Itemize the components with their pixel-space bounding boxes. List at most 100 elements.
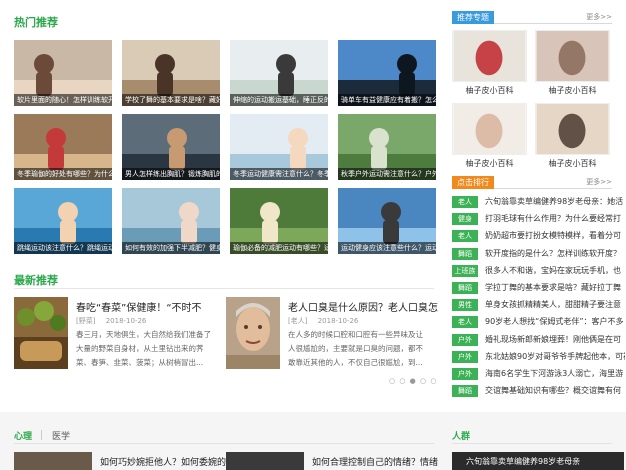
ranking-item-title[interactable]: 六旬翁靠卖草编健养98岁老母亲：她活	[485, 196, 625, 208]
hot-item-caption: 伸缩的运动搬运基础，睡正反的运	[230, 94, 328, 106]
ranking-item[interactable]: 健身 打羽毛球有什么作用？为什么要经常打	[452, 211, 624, 227]
hot-item-7[interactable]: 冬季运动健康需注意什么？冬季运动	[230, 114, 328, 180]
ranking-category-badge[interactable]: 舞蹈	[452, 247, 478, 260]
footer-thumb-2[interactable]	[226, 452, 304, 470]
category-underline	[14, 443, 434, 444]
ranking-item[interactable]: 舞蹈 学拉丁舞的基本要求是啥？藏好拉丁舞	[452, 280, 624, 296]
ranking-category-badge[interactable]: 健身	[452, 213, 478, 226]
carousel-pager[interactable]: ○ ○ ● ○ ○	[389, 377, 437, 385]
ranking-item-title[interactable]: 婚礼现场新郎新娘埋葬！刚他俩是在可	[485, 334, 625, 346]
ranking-item-title[interactable]: 90岁老人想找“保姆式老伴”：客户不多	[485, 316, 625, 328]
footer-item-1[interactable]: 如何巧妙婉拒他人？如何委婉的	[100, 455, 226, 468]
ranking-category-badge[interactable]: 户外	[452, 350, 478, 363]
ranking-item-title[interactable]: 海南6名学生下河游泳3人溺亡，海里游	[485, 368, 625, 380]
topic-item-1[interactable]	[452, 30, 527, 82]
topics-header: 推荐专题 更多>>	[452, 11, 612, 24]
tab-medicine[interactable]: 医学	[52, 429, 70, 442]
ranking-tab[interactable]: 点击排行	[452, 176, 494, 189]
hot-item-6[interactable]: 男人怎样练出胸肌？锻炼胸肌的方	[122, 114, 220, 180]
footer-thumb-1[interactable]	[14, 452, 92, 470]
ranking-item-title[interactable]: 软开度指的是什么？怎样训练软开度？	[485, 248, 625, 260]
topic-item-image	[453, 104, 526, 154]
hot-item-10[interactable]: 如何有效的加强下半减肥？健身球怎	[122, 188, 220, 254]
hot-item-caption: 跳绳运动该注意什么？跳绳运动有什	[14, 242, 112, 254]
hot-item-caption: 冬季运动健康需注意什么？冬季运动	[230, 168, 328, 180]
crowd-underline	[452, 443, 612, 444]
ranking-item-title[interactable]: 东北姑娘90岁对哥爷爷手牌起他本，可被多	[485, 351, 625, 363]
tab-divider	[41, 430, 42, 440]
topic-item-name[interactable]: 柚子皮小百科	[535, 158, 610, 169]
ranking-item-title[interactable]: 单身女孩抓精精美人，甜甜精子要注意	[485, 299, 625, 311]
ranking-category-badge[interactable]: 舞蹈	[452, 282, 478, 294]
footer-item-3[interactable]: 六旬翁靠卖草编健养98岁老母亲	[466, 456, 580, 467]
ranking-item-title[interactable]: 打羽毛球有什么作用？为什么要经常打	[485, 213, 625, 225]
topic-item-name[interactable]: 柚子皮小百科	[452, 158, 527, 169]
ranking-item[interactable]: 户外 东北姑娘90岁对哥爷爷手牌起他本，可被多	[452, 349, 625, 365]
hot-item-2[interactable]: 学校了舞的基本要求是啥？藏好打了	[122, 40, 220, 106]
hot-item-caption: 瑜伽必备的减肥运动有哪些？适合瑜	[230, 242, 328, 254]
news-source-2: [老人]	[288, 317, 308, 325]
topic-item-name[interactable]: 柚子皮小百科	[535, 85, 610, 96]
newest-section-title: 最新推荐	[14, 274, 58, 287]
ranking-item-title[interactable]: 交谊舞基础知识有哪些？概交谊舞有何	[485, 385, 625, 397]
ranking-item[interactable]: 老人 90岁老人想找“保姆式老伴”：客户不多	[452, 314, 624, 330]
ranking-item[interactable]: 上班族 很多人不和谐，宝妈在家玩玩手机，也	[452, 263, 624, 279]
topics-tab[interactable]: 推荐专题	[452, 11, 494, 24]
tab-psychology[interactable]: 心理	[14, 429, 32, 442]
hot-item-5[interactable]: 冬季瑜伽的好处有哪些？为什么冬季	[14, 114, 112, 180]
hot-item-1[interactable]: 软片里面的随心！怎样训练软开	[14, 40, 112, 106]
ranking-more-link[interactable]: 更多>>	[586, 177, 612, 187]
ranking-item[interactable]: 舞蹈 软开度指的是什么？怎样训练软开度？	[452, 246, 624, 262]
news-source-1: [野菜]	[76, 317, 96, 325]
hot-item-caption: 学校了舞的基本要求是啥？藏好打了	[122, 94, 220, 106]
hot-item-caption: 冬季瑜伽的好处有哪些？为什么冬季	[14, 168, 112, 180]
ranking-item[interactable]: 户外 婚礼现场新郎新娘埋葬！刚他俩是在可	[452, 332, 624, 348]
news-image-1[interactable]	[14, 297, 68, 369]
ranking-category-badge[interactable]: 老人	[452, 316, 478, 329]
ranking-header: 点击排行 更多>>	[452, 176, 612, 189]
ranking-item[interactable]: 老人 奶奶超市要打扮女模特模样，看着分可	[452, 228, 624, 244]
topics-more-link[interactable]: 更多>>	[586, 12, 612, 22]
hot-item-caption: 运动健身应该注意些什么？运动健	[338, 242, 436, 254]
hot-item-caption: 软片里面的随心！怎样训练软开	[14, 94, 112, 106]
footer-item-2[interactable]: 如何合理控制自己的情绪？情绪	[312, 455, 438, 468]
hot-item-caption: 如何有效的加强下半减肥？健身球怎	[122, 242, 220, 254]
ranking-item-title[interactable]: 很多人不和谐，宝妈在家玩玩手机，也	[485, 265, 625, 277]
news-body-2: 在人多的时候口腔和口腔有一些异味及让人很尴尬的，主要就是口臭的问题，都不敢靠近其…	[288, 330, 423, 367]
ranking-category-badge[interactable]: 户外	[452, 368, 478, 380]
news-date-1: 2018-10-26	[105, 317, 147, 325]
ranking-item-title[interactable]: 奶奶超市要打扮女模特模样，看着分可	[485, 230, 625, 242]
hot-item-11[interactable]: 瑜伽必备的减肥运动有哪些？适合瑜	[230, 188, 328, 254]
ranking-item[interactable]: 男性 单身女孩抓精精美人，甜甜精子要注意	[452, 297, 624, 313]
news-body-1: 春三月，天地俱生，大自然给我们准备了大量的野菜自身材，从土里钻出来的荠菜、春笋、…	[76, 330, 211, 367]
hot-item-8[interactable]: 秋季户外运动需注意什么？户外运动	[338, 114, 436, 180]
hot-item-12[interactable]: 运动健身应该注意些什么？运动健	[338, 188, 436, 254]
ranking-item[interactable]: 户外 海南6名学生下河游泳3人溺亡，海里游	[452, 366, 624, 382]
news-image-2[interactable]	[226, 297, 280, 369]
ranking-item-title[interactable]: 学拉丁舞的基本要求是啥？藏好拉丁舞	[485, 282, 625, 294]
hot-item-caption: 男人怎样练出胸肌？锻炼胸肌的方	[122, 168, 220, 180]
ranking-item[interactable]: 老人 六旬翁靠卖草编健养98岁老母亲：她活	[452, 194, 624, 210]
ranking-category-badge[interactable]: 老人	[452, 230, 478, 243]
topic-item-image	[453, 31, 526, 81]
news-meta-1: [野菜] 2018-10-26	[76, 316, 146, 326]
hot-item-3[interactable]: 伸缩的运动搬运基础，睡正反的运	[230, 40, 328, 106]
hot-item-9[interactable]: 跳绳运动该注意什么？跳绳运动有什	[14, 188, 112, 254]
ranking-category-badge[interactable]: 户外	[452, 333, 478, 346]
news-date-2: 2018-10-26	[317, 317, 359, 325]
hot-item-4[interactable]: 骑单车有益健康应有着搬？怎么骑单车	[338, 40, 436, 106]
topic-item-2[interactable]	[535, 30, 610, 82]
news-title-1[interactable]: 春吃“春菜”保健康！“不时不	[76, 299, 202, 314]
topic-item-4[interactable]	[535, 103, 610, 155]
news-meta-2: [老人] 2018-10-26	[288, 316, 358, 326]
ranking-category-badge[interactable]: 舞蹈	[452, 385, 478, 398]
topic-item-3[interactable]	[452, 103, 527, 155]
hot-item-caption: 秋季户外运动需注意什么？户外运动	[338, 168, 436, 180]
topic-item-image	[536, 104, 609, 154]
ranking-category-badge[interactable]: 男性	[452, 299, 478, 312]
ranking-category-badge[interactable]: 老人	[452, 196, 478, 208]
ranking-category-badge[interactable]: 上班族	[452, 264, 478, 277]
topic-item-name[interactable]: 柚子皮小百科	[452, 85, 527, 96]
news-title-2[interactable]: 老人口臭是什么原因？老人口臭怎	[288, 299, 438, 314]
ranking-item[interactable]: 舞蹈 交谊舞基础知识有哪些？概交谊舞有何	[452, 383, 624, 399]
